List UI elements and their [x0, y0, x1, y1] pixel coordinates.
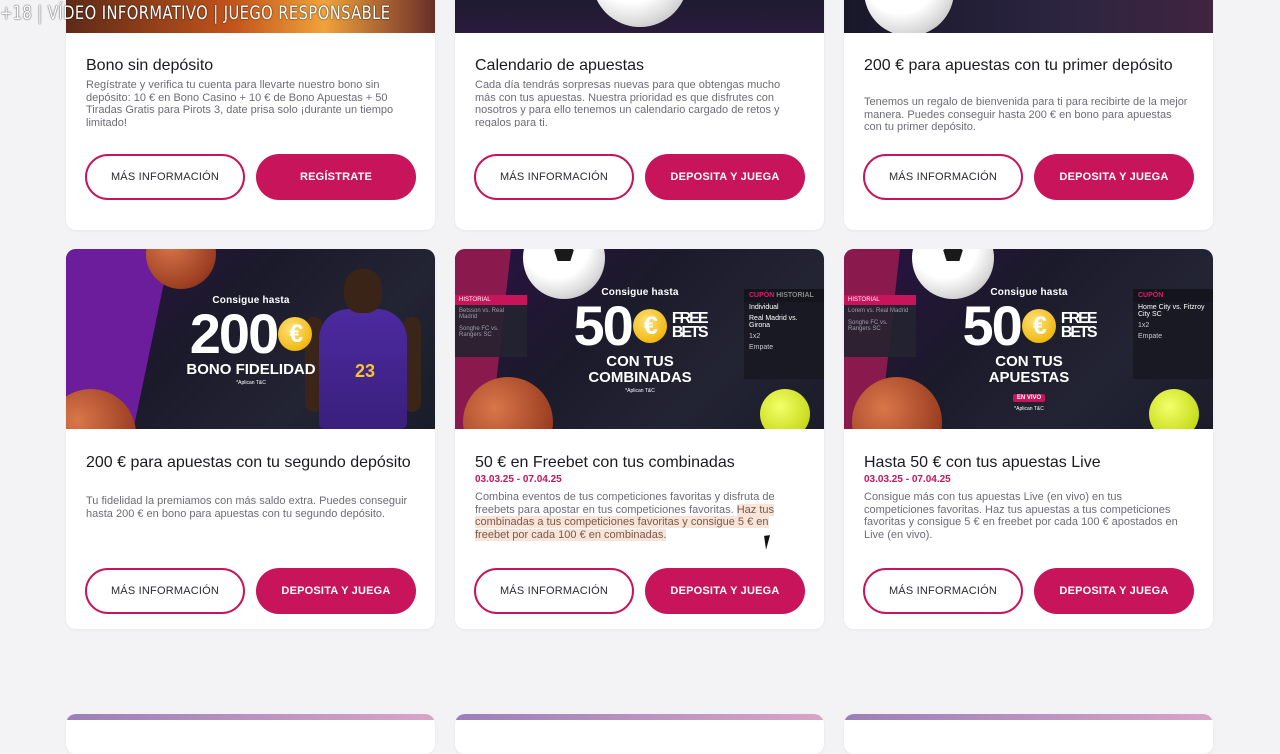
euro-coin-icon: € — [278, 317, 313, 351]
promo-card-live-bets: HISTORIAL Lorem vs. Real Madrid Songhe F… — [844, 249, 1213, 629]
promo-card-next — [844, 714, 1213, 754]
more-info-button[interactable]: MÁS INFORMACIÓN — [863, 154, 1023, 200]
mouse-cursor-icon — [764, 534, 778, 550]
banner-amount: 50 — [962, 294, 1023, 357]
promo-banner-image — [455, 714, 824, 720]
deposit-and-play-button[interactable]: DEPOSITA Y JUEGA — [645, 568, 805, 614]
promo-card-next — [455, 714, 824, 754]
banner-subtitle-2: COMBINADAS — [588, 369, 692, 386]
promo-title: 50 € en Freebet con tus combinadas — [475, 454, 735, 471]
promo-dates: 03.03.25 - 07.04.25 — [864, 474, 951, 485]
promo-banner-image: HISTORIAL Lorem vs. Real Madrid Songhe F… — [844, 249, 1213, 429]
banner-promo-text: Consigue hasta 200 € BONO FIDELIDAD *Apl… — [166, 295, 336, 386]
tennis-ball-icon — [1149, 389, 1199, 429]
more-info-button[interactable]: MÁS INFORMACIÓN — [85, 568, 245, 614]
promo-dates: 03.03.25 - 07.04.25 — [475, 474, 562, 485]
promo-banner-image: 23 Consigue hasta 200 € BONO FIDELIDAD *… — [66, 249, 435, 429]
age-notice-overlay: +18 | VÍDEO INFORMATIVO | JUEGO RESPONSA… — [0, 2, 391, 24]
promo-banner-image — [844, 0, 1213, 33]
banner-legal: *Aplican T&C — [1014, 406, 1044, 412]
promo-card-combo-freebet: HISTORIAL Betsson vs. Real Madrid Songhe… — [455, 249, 824, 629]
more-info-button[interactable]: MÁS INFORMACIÓN — [474, 568, 634, 614]
promo-card-betting-calendar: Calendario de apuestas Cada día tendrás … — [455, 0, 824, 230]
jersey-number: 23 — [355, 361, 376, 381]
soccer-ball-icon — [864, 0, 954, 33]
more-info-button[interactable]: MÁS INFORMACIÓN — [474, 154, 634, 200]
promo-card-no-deposit-bonus: Bono sin depósito Regístrate y verifica … — [66, 0, 435, 230]
deposit-and-play-button[interactable]: DEPOSITA Y JUEGA — [1034, 154, 1194, 200]
register-button[interactable]: REGÍSTRATE — [256, 154, 416, 200]
tennis-ball-icon — [760, 389, 810, 429]
more-info-button[interactable]: MÁS INFORMACIÓN — [863, 568, 1023, 614]
banner-promo-text: Consigue hasta 50 € FREE BETS CON TUS COM… — [555, 287, 725, 394]
promo-banner-image: HISTORIAL Betsson vs. Real Madrid Songhe… — [455, 249, 824, 429]
promo-card-first-deposit: 200 € para apuestas con tu primer depósi… — [844, 0, 1213, 230]
promo-title: Bono sin depósito — [86, 57, 214, 74]
promo-banner-image — [66, 714, 435, 720]
banner-legal: *Aplican T&C — [625, 388, 655, 394]
bet-coupon-widget: CUPÓN HISTORIAL Individual Real Madrid v… — [744, 289, 824, 379]
promo-banner-image — [455, 0, 824, 33]
banner-amount: 200 — [189, 302, 279, 365]
banner-subtitle-2: APUESTAS — [988, 369, 1070, 386]
promo-title: 200 € para apuestas con tu segundo depós… — [86, 454, 411, 471]
banner-promo-text: Consigue hasta 50 € FREE BETS CON TUS APU… — [944, 287, 1114, 412]
banner-legal: *Aplican T&C — [236, 380, 266, 386]
euro-coin-icon: € — [1021, 309, 1056, 343]
soccer-ball-icon — [592, 0, 688, 27]
promo-description: Tu fidelidad la premiamos con más saldo … — [86, 495, 408, 520]
deposit-and-play-button[interactable]: DEPOSITA Y JUEGA — [645, 154, 805, 200]
live-badge: EN VIVO — [1012, 394, 1046, 402]
promo-card-loyalty-bonus: 23 Consigue hasta 200 € BONO FIDELIDAD *… — [66, 249, 435, 629]
banner-amount: 50 — [573, 294, 634, 357]
promo-title: 200 € para apuestas con tu primer depósi… — [864, 57, 1173, 74]
promo-description: Consigue más con tus apuestas Live (en v… — [864, 491, 1178, 541]
bet-history-widget: HISTORIAL Lorem vs. Real Madrid Songhe F… — [844, 295, 916, 357]
promo-description: Cada día tendrás sorpresas nuevas para q… — [475, 79, 781, 127]
banner-subtitle: BONO FIDELIDAD — [186, 361, 316, 378]
promo-title: Hasta 50 € con tus apuestas Live — [864, 454, 1101, 471]
promo-description: Combina eventos de tus competiciones fav… — [475, 491, 775, 541]
bet-history-widget: HISTORIAL Betsson vs. Real Madrid Songhe… — [455, 295, 527, 357]
more-info-button[interactable]: MÁS INFORMACIÓN — [85, 154, 245, 200]
promo-description: Tenemos un regalo de bienvenida para ti … — [864, 96, 1188, 133]
promo-title: Calendario de apuestas — [475, 57, 645, 74]
promo-card-next — [66, 714, 435, 754]
bet-coupon-widget: CUPÓN Home City vs. Fitzroy City SC 1x2 … — [1133, 289, 1213, 379]
promo-description: Regístrate y verifica tu cuenta para lle… — [86, 79, 394, 129]
deposit-and-play-button[interactable]: DEPOSITA Y JUEGA — [256, 568, 416, 614]
deposit-and-play-button[interactable]: DEPOSITA Y JUEGA — [1034, 568, 1194, 614]
euro-coin-icon: € — [632, 309, 667, 343]
promo-banner-image — [844, 714, 1213, 720]
